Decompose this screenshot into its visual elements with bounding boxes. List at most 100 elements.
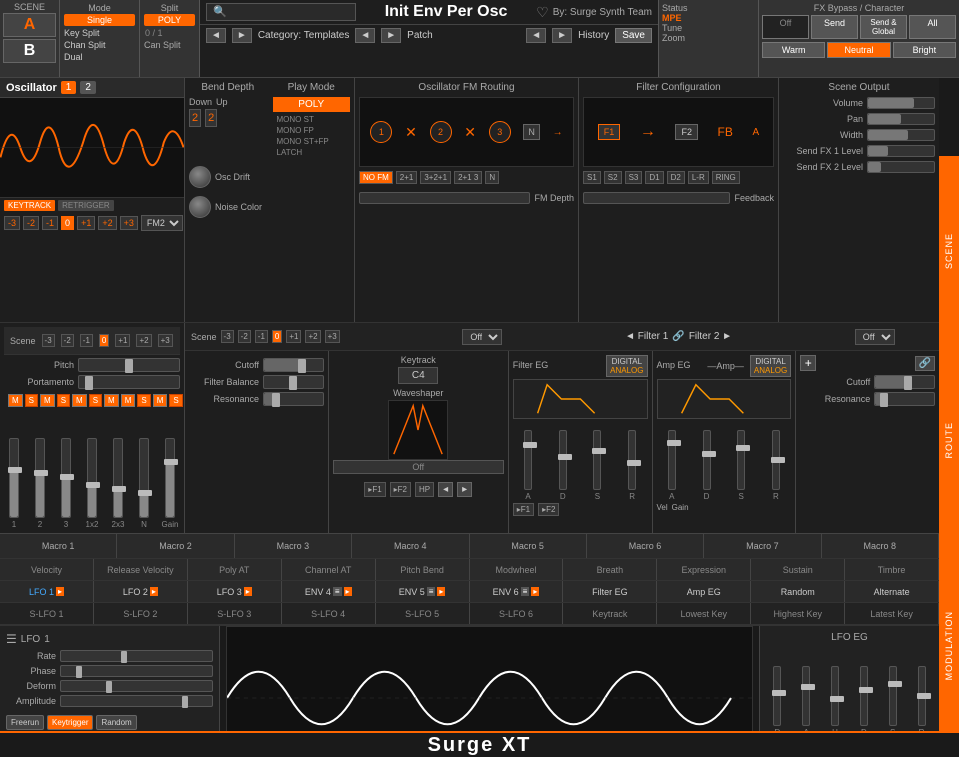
latch-option[interactable]: LATCH <box>273 147 351 158</box>
keytrack-button[interactable]: KEYTRACK <box>4 200 55 211</box>
retrigger-button[interactable]: RETRIGGER <box>58 200 114 211</box>
macro-5[interactable]: Macro 5 <box>470 534 587 558</box>
fb-neg2[interactable]: -2 <box>238 330 251 343</box>
lfo3-item[interactable]: LFO 3 ▸ <box>188 581 282 602</box>
alternate-lfo-item[interactable]: Alternate <box>845 581 939 602</box>
freerun-button[interactable]: Freerun <box>6 715 44 730</box>
fm2-select[interactable]: FM2 <box>141 215 183 231</box>
noise-color-knob[interactable] <box>189 196 211 218</box>
route-pitch-bend[interactable]: Pitch Bend <box>376 559 470 580</box>
scene-plus2[interactable]: +2 <box>136 334 151 347</box>
next-patch-button[interactable]: ► <box>381 28 401 43</box>
scene-plus3[interactable]: +3 <box>158 334 173 347</box>
mono-st-option[interactable]: MONO ST <box>273 114 351 125</box>
volume-slider[interactable] <box>867 97 935 109</box>
3x2x1-button[interactable]: 3+2+1 <box>420 171 451 184</box>
nav-prev-btn[interactable]: ◂ <box>438 482 453 497</box>
keytrigger-button[interactable]: Keytrigger <box>47 715 93 730</box>
warm-button[interactable]: Warm <box>762 42 825 58</box>
mode-chan-split-item[interactable]: Chan Split <box>63 39 136 51</box>
filter-eg-lfo-item[interactable]: Filter EG <box>563 581 657 602</box>
f2-resonance-slider[interactable] <box>874 392 935 406</box>
poly-mode-display[interactable]: POLY <box>273 97 351 112</box>
fm-depth-slider[interactable] <box>359 192 530 204</box>
slfo1-item[interactable]: S-LFO 1 <box>0 603 94 624</box>
osc1-circle[interactable]: 1 <box>370 121 392 143</box>
slfo4-item[interactable]: S-LFO 4 <box>282 603 376 624</box>
m5-btn[interactable]: M <box>121 394 136 407</box>
scene-a-button[interactable]: A <box>3 13 56 37</box>
f1-cutoff-slider[interactable] <box>263 358 324 372</box>
send-fx2-slider[interactable] <box>867 161 935 173</box>
f2-box[interactable]: F2 <box>675 124 698 140</box>
n-box[interactable]: N <box>523 124 540 140</box>
amplitude-slider[interactable] <box>60 695 213 707</box>
mode-dual-item[interactable]: Dual <box>63 51 136 63</box>
macro-2[interactable]: Macro 2 <box>117 534 234 558</box>
neutral-button[interactable]: Neutral <box>827 42 890 58</box>
macro-1[interactable]: Macro 1 <box>0 534 117 558</box>
poly-button[interactable]: POLY <box>144 14 195 26</box>
s2-btn[interactable]: S2 <box>604 171 622 184</box>
env6-item[interactable]: ENV 6 ≡ ▸ <box>470 581 564 602</box>
f2-btn[interactable]: ▸F2 <box>390 482 411 497</box>
modulation-sidebar-label[interactable]: MODULATION <box>944 611 954 680</box>
favorite-icon[interactable]: ♡ <box>536 4 549 21</box>
filter-eg-f2-btn[interactable]: ▸F2 <box>538 503 559 516</box>
scene-plus1[interactable]: +1 <box>115 334 130 347</box>
osc1-button[interactable]: 1 <box>61 81 77 94</box>
lfo-menu-icon[interactable]: ☰ <box>6 632 17 646</box>
fm-n-button[interactable]: N <box>485 171 499 184</box>
lfo3-arrow[interactable]: ▸ <box>244 587 252 596</box>
s5-btn[interactable]: S <box>169 394 182 407</box>
portamento-slider[interactable] <box>78 375 180 389</box>
filter2-off-select[interactable]: Off <box>855 329 895 345</box>
m2-btn[interactable]: M <box>40 394 55 407</box>
env5-arrow[interactable]: ▸ <box>437 587 445 596</box>
waveshaper-off-label[interactable]: Off <box>333 460 504 474</box>
amp-eg-lfo-item[interactable]: Amp EG <box>657 581 751 602</box>
route-channel-at[interactable]: Channel AT <box>282 559 376 580</box>
mono-st-fp-option[interactable]: MONO ST+FP <box>273 136 351 147</box>
slfo5-item[interactable]: S-LFO 5 <box>376 603 470 624</box>
fx-send-global-button[interactable]: Send & Global <box>860 15 907 39</box>
fb-neg1[interactable]: -1 <box>255 330 268 343</box>
lfo1-item[interactable]: LFO 1 ▸ <box>0 581 94 602</box>
f1-btn[interactable]: ▸F1 <box>364 482 385 497</box>
fb-zero[interactable]: 0 <box>272 330 282 343</box>
feedback-slider[interactable] <box>583 192 730 204</box>
pan-slider[interactable] <box>867 113 935 125</box>
scene-neg3[interactable]: -3 <box>42 334 55 347</box>
phase-slider[interactable] <box>60 665 213 677</box>
bend-up-value[interactable]: 2 <box>205 109 217 127</box>
filter2-label[interactable]: Filter 2 ► <box>689 331 732 342</box>
route-release-velocity[interactable]: Release Velocity <box>94 559 188 580</box>
next-history-button[interactable]: ► <box>552 28 572 43</box>
env4-arrow[interactable]: ▸ <box>344 587 352 596</box>
s3-btn[interactable]: S3 <box>625 171 643 184</box>
fb-plus1[interactable]: +1 <box>286 330 301 343</box>
macro-6[interactable]: Macro 6 <box>587 534 704 558</box>
fx-send-button[interactable]: Send <box>811 15 858 39</box>
scene-neg2[interactable]: -2 <box>61 334 74 347</box>
mode-single-button[interactable]: Single <box>64 14 135 26</box>
route-poly-at[interactable]: Poly AT <box>188 559 282 580</box>
d2-btn[interactable]: D2 <box>667 171 685 184</box>
scene-zero[interactable]: 0 <box>99 334 109 347</box>
filter-balance-slider[interactable] <box>263 375 324 389</box>
semitone-zero[interactable]: 0 <box>61 216 74 230</box>
d1-btn[interactable]: D1 <box>645 171 663 184</box>
route-sustain[interactable]: Sustain <box>751 559 845 580</box>
mono-fp-option[interactable]: MONO FP <box>273 125 351 136</box>
bright-button[interactable]: Bright <box>893 42 956 58</box>
search-input[interactable] <box>206 3 356 21</box>
lr-btn[interactable]: L-R <box>688 171 709 184</box>
osc2-button[interactable]: 2 <box>80 81 96 94</box>
filter2-add-button[interactable]: + <box>800 355 816 371</box>
route-timbre[interactable]: Timbre <box>845 559 939 580</box>
fb-plus3[interactable]: +3 <box>325 330 340 343</box>
osc-drift-knob[interactable] <box>189 166 211 188</box>
m4-btn[interactable]: M <box>104 394 119 407</box>
latest-key-slfo-item[interactable]: Latest Key <box>845 603 939 624</box>
macro-4[interactable]: Macro 4 <box>352 534 469 558</box>
